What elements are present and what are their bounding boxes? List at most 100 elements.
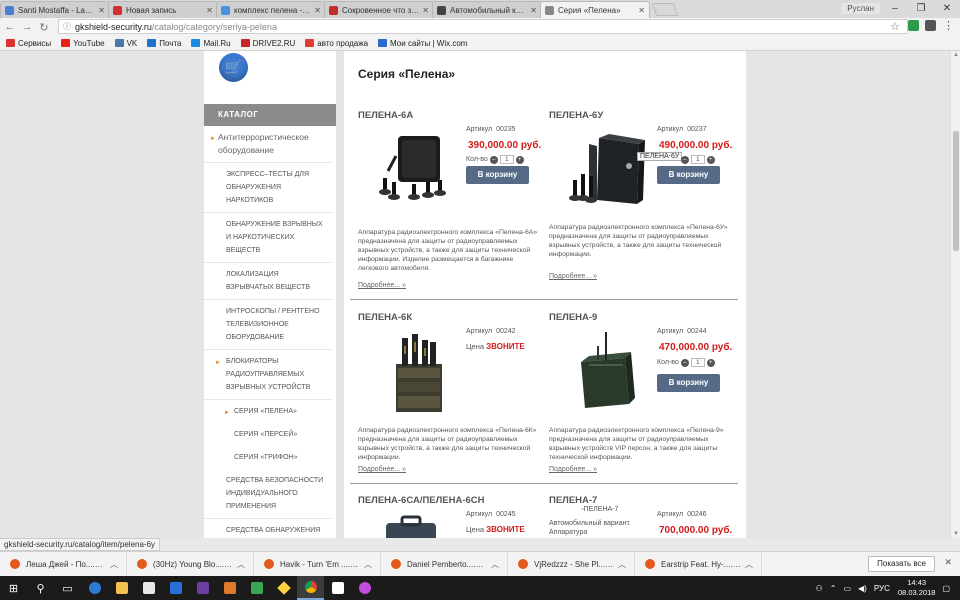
chevron-up-icon[interactable]: ︿ <box>618 559 626 570</box>
search-icon[interactable]: ⚲ <box>27 576 54 600</box>
clock[interactable]: 14:43 08.03.2018 <box>898 578 936 598</box>
download-item[interactable]: (30Hz) Young Blo....mp3 ︿ <box>127 551 254 577</box>
browser-tab[interactable]: комплекс пелена - Пои ✕ <box>216 1 326 18</box>
product-name-link[interactable]: ПЕЛЕНА-9 <box>549 312 597 323</box>
catalog-item[interactable]: Серия «Персей» <box>204 423 332 446</box>
mail-icon[interactable] <box>162 576 189 600</box>
tab-close-icon[interactable]: ✕ <box>422 6 429 15</box>
catalog-item[interactable]: Интроскопы / Рентгено телевизионное обор… <box>204 300 332 350</box>
add-to-cart-button[interactable]: В корзину <box>657 374 720 392</box>
catalog-item[interactable]: Обнаружение взрывных и наркотических вещ… <box>204 213 332 263</box>
download-item[interactable]: Earstrip Feat. Hy-....mp3 ︿ <box>635 551 762 577</box>
extension-icon[interactable] <box>925 20 936 31</box>
bookmark-item[interactable]: Мои сайты | Wix.com <box>378 39 467 48</box>
product-image[interactable] <box>382 515 472 538</box>
quantity-input[interactable]: 1 <box>690 358 705 367</box>
catalog-item[interactable]: Средства обнаружения радиоактивных матер… <box>204 519 332 538</box>
tab-close-icon[interactable]: ✕ <box>206 6 213 15</box>
language-indicator[interactable]: РУС <box>874 584 890 593</box>
url-input[interactable]: ⓘ gkshield-security.ru/catalog/category/… <box>58 19 908 34</box>
bookmark-item[interactable]: Почта <box>147 39 181 48</box>
catalog-item[interactable]: Серия «Грифон» <box>204 446 332 469</box>
catalog-item[interactable]: Экспресс–тесты для обнаружения наркотико… <box>204 163 332 213</box>
quantity-input[interactable]: 1 <box>690 155 705 164</box>
product-name-link[interactable]: ПЕЛЕНА-7 <box>549 495 597 506</box>
app-icon[interactable] <box>243 576 270 600</box>
network-icon[interactable]: ▭ <box>843 584 851 593</box>
edge-icon[interactable] <box>81 576 108 600</box>
bookmark-item[interactable]: YouTube <box>61 39 105 48</box>
new-tab-button[interactable] <box>651 3 679 16</box>
page-scrollbar[interactable]: ▲ ▼ <box>950 51 960 538</box>
chevron-up-icon[interactable]: ︿ <box>237 559 245 570</box>
bookmark-item[interactable]: Mail.Ru <box>191 39 231 48</box>
file-explorer-icon[interactable] <box>108 576 135 600</box>
bookmark-item[interactable]: авто продажа <box>305 39 368 48</box>
quantity-input[interactable]: 1 <box>499 155 514 164</box>
back-icon[interactable]: ← <box>3 21 17 33</box>
chevron-up-icon[interactable]: ︿ <box>110 559 118 570</box>
download-item[interactable]: Havik - Turn 'Em ....mp3 ︿ <box>254 551 381 577</box>
tab-close-icon[interactable]: ✕ <box>530 6 537 15</box>
catalog-item[interactable]: ► Блокираторы радиоуправляемых взрывных у… <box>204 350 332 400</box>
people-icon[interactable]: ⚇ <box>816 584 823 593</box>
photos-icon[interactable] <box>324 576 351 600</box>
product-name-link[interactable]: ПЕЛЕНА-6У <box>549 110 603 121</box>
browser-tab[interactable]: Santi Mostaffa - Las M ✕ <box>0 1 110 18</box>
reload-icon[interactable]: ↻ <box>37 21 51 34</box>
chevron-up-icon[interactable]: ︿ <box>491 559 499 570</box>
windows-start-icon[interactable]: ⊞ <box>0 576 27 600</box>
notifications-icon[interactable]: ▢ <box>942 584 950 593</box>
menu-icon[interactable]: ⋮ <box>943 19 954 32</box>
tab-close-icon[interactable]: ✕ <box>314 6 321 15</box>
product-image[interactable] <box>559 328 649 418</box>
app-icon[interactable] <box>216 576 243 600</box>
more-link[interactable]: Подробнее... » <box>549 466 597 473</box>
extension-icon[interactable] <box>908 20 919 31</box>
product-name-link[interactable]: ПЕЛЕНА-6К <box>358 312 412 323</box>
more-link[interactable]: Подробнее... » <box>358 466 406 473</box>
chrome-icon[interactable] <box>297 576 324 600</box>
info-icon[interactable]: ⓘ <box>63 21 71 32</box>
store-icon[interactable] <box>135 576 162 600</box>
catalog-item[interactable]: Средства безопасности индивидуального пр… <box>204 469 332 519</box>
scroll-thumb[interactable] <box>953 131 959 251</box>
plus-icon[interactable]: + <box>515 155 524 164</box>
up-chevron-icon[interactable]: ⌃ <box>830 584 837 593</box>
chevron-up-icon[interactable]: ︿ <box>745 559 753 570</box>
forward-icon[interactable]: → <box>20 21 34 33</box>
cart-logo-icon[interactable]: 🛒 <box>219 53 248 82</box>
add-to-cart-button[interactable]: В корзину <box>657 166 720 184</box>
bookmark-item[interactable]: Сервисы <box>6 39 51 48</box>
minus-icon[interactable]: – <box>680 155 689 164</box>
product-image[interactable] <box>559 126 649 216</box>
close-window-icon[interactable]: ✕ <box>934 0 960 16</box>
tab-close-icon[interactable]: ✕ <box>638 6 645 15</box>
profile-button[interactable]: Руслан <box>841 3 880 14</box>
minus-icon[interactable]: – <box>489 155 498 164</box>
minimize-icon[interactable]: – <box>882 0 908 16</box>
catalog-item[interactable]: ► Антитеррористическое оборудование <box>204 126 332 163</box>
app-icon[interactable] <box>270 576 297 600</box>
bookmark-item[interactable]: DRIVE2.RU <box>240 39 295 48</box>
add-to-cart-button[interactable]: В корзину <box>466 166 529 184</box>
download-item[interactable]: Daniel Pemberto....mp3 ︿ <box>381 551 508 577</box>
scroll-up-icon[interactable]: ▲ <box>953 52 959 58</box>
plus-icon[interactable]: + <box>706 358 715 367</box>
app-icon[interactable] <box>189 576 216 600</box>
browser-tab[interactable]: Серия «Пелена» ✕ <box>540 1 650 18</box>
download-item[interactable]: VjRedzzz - She Pl....mp3 ︿ <box>508 551 635 577</box>
minus-icon[interactable]: – <box>680 358 689 367</box>
catalog-item[interactable]: Локализация взрывчатых веществ <box>204 263 332 300</box>
scroll-down-icon[interactable]: ▼ <box>953 531 959 537</box>
product-image[interactable] <box>368 126 458 216</box>
plus-icon[interactable]: + <box>706 155 715 164</box>
bookmark-star-icon[interactable]: ☆ <box>890 20 900 33</box>
download-item[interactable]: Леша Джей - По....mp3 ︿ <box>0 551 127 577</box>
task-view-icon[interactable]: ▭ <box>54 576 81 600</box>
broken-image[interactable]: ▫ПЕЛЕНА-7 <box>581 506 618 513</box>
more-link[interactable]: Подробнее... » <box>549 273 597 280</box>
maximize-icon[interactable]: ❐ <box>908 0 934 16</box>
app-icon[interactable] <box>351 576 378 600</box>
product-name-link[interactable]: ПЕЛЕНА-6СА/ПЕЛЕНА-6СН <box>358 495 485 506</box>
